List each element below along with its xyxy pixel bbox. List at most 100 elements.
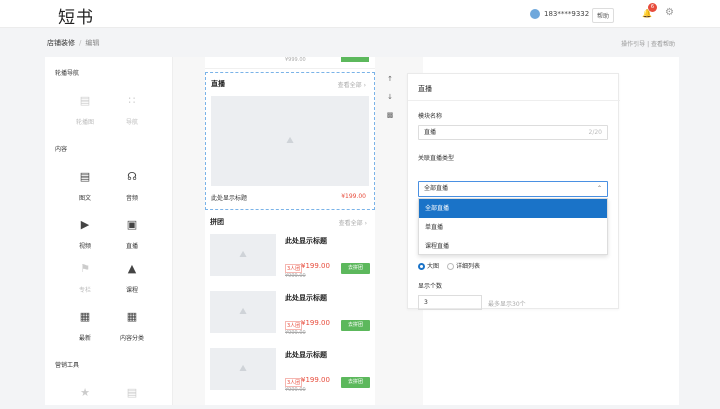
live-type-select[interactable]: 全部直播 ⌃ [418,181,608,197]
count-input[interactable]: 3 [418,295,482,310]
comp-marketing-2[interactable]: ▤ [112,387,152,399]
group-more-link[interactable]: 查看全部 › [339,218,367,227]
option-course-live[interactable]: 课程直播 [419,237,607,256]
guide-links[interactable]: 操作引导 | 查看帮助 [621,39,675,48]
radio-large-image[interactable]: 大图 [418,261,439,270]
avatar[interactable] [530,9,540,19]
item-old-price: ¥999.00 [285,330,306,336]
item-cover-placeholder: ⛰ [210,291,276,333]
user-info[interactable]: 183****9332 [530,9,589,19]
comp-marketing-1[interactable]: ★ [65,387,105,399]
logo[interactable]: 短书 [58,3,94,28]
editor-main: 轮播导航 ▤ 轮播图 ∷ 导航 内容 ▤ 图文 ☊ 音频 ▶ 视频 ▣ 直播 ⚑… [45,57,679,405]
breadcrumb-current: 编辑 [85,39,100,47]
ticket-icon: ▤ [126,386,138,399]
bookmark-icon: ⚑ [80,262,90,275]
comp-column[interactable]: ⚑ 专栏 [65,262,105,295]
item-old-price: ¥999.00 [285,387,306,393]
prev-old-price: ¥999.00 [285,57,306,63]
group-section-title: 拼团 [210,218,224,226]
group-buy-button[interactable]: 去拼团 [341,263,370,274]
char-count: 2/20 [588,129,602,136]
user-phone: 183****9332 [544,10,590,18]
live-item-price: ¥199.00 [341,193,366,200]
live-type-dropdown: 全部直播 单直播 课程直播 [418,198,608,255]
image-placeholder-icon: ⛰ [239,250,247,260]
breadcrumb-root[interactable]: 店铺装修 [47,39,75,47]
comp-live[interactable]: ▣ 直播 [112,218,152,251]
comp-category[interactable]: ▦ 内容分类 [112,310,152,343]
breadcrumb: 店铺装修 / 编辑 [47,39,100,47]
comp-article[interactable]: ▤ 图文 [65,170,105,203]
group-tag: 3人团 [285,321,303,330]
live-icon: ▣ [126,218,138,231]
chevron-up-icon: ⌃ [596,185,602,192]
settings-title: 直播 [418,85,432,93]
graduation-cap-icon: ▲ [127,262,137,275]
delete-icon[interactable]: ▩ [385,111,395,129]
video-icon: ▶ [80,218,90,231]
group-title-marketing: 营销工具 [55,362,80,369]
item-price: ¥199.00 [301,376,330,384]
count-label: 显示个数 [418,283,443,290]
live-item-title: 此处显示标题 [211,195,248,202]
item-price: ¥199.00 [301,319,330,327]
category-icon: ▦ [126,310,138,323]
image-icon: ▤ [79,94,91,107]
module-name-input[interactable]: 直播 2/20 [418,125,608,140]
comp-audio[interactable]: ☊ 音频 [112,170,152,203]
breadcrumb-bar: 店铺装修 / 编辑 操作引导 | 查看帮助 [0,28,720,56]
module-tools: ↑ ↓ ▩ [385,75,395,129]
item-cover-placeholder: ⛰ [210,348,276,390]
settings-panel: 直播 模块名称 直播 2/20 关联直播类型 全部直播 ⌃ 全部直播 单直播 课… [407,73,620,310]
option-single-live[interactable]: 单直播 [419,218,607,237]
count-hint: 最多显示30个 [488,301,526,308]
group-buy-button[interactable]: 去拼团 [341,320,370,331]
style-radio-group: 大图 详细列表 [418,261,480,270]
group-title-content: 内容 [55,146,68,153]
module-name-label: 模块名称 [418,113,443,120]
headphones-icon: ☊ [127,170,137,183]
image-icon: ▤ [79,170,91,183]
image-placeholder-icon: ⛰ [239,307,247,317]
group-buy-section[interactable]: 拼团 查看全部 › ⛰ 此处显示标题 3人团 ¥199.00 ¥999.00 去… [205,214,375,405]
divider [408,100,620,101]
notification-badge: 6 [648,3,657,12]
help-button[interactable]: 帮助 [592,8,615,23]
option-all-live[interactable]: 全部直播 [419,199,607,218]
item-price: ¥199.00 [301,262,330,270]
comp-nav[interactable]: ∷ 导航 [112,94,152,127]
component-panel: 轮播导航 ▤ 轮播图 ∷ 导航 内容 ▤ 图文 ☊ 音频 ▶ 视频 ▣ 直播 ⚑… [45,57,173,405]
group-tag: 3人团 [285,264,303,273]
comp-carousel[interactable]: ▤ 轮播图 [65,94,105,127]
phone-preview: ¥999.00 直播 查看全部 › ⛰ 此处显示标题 ¥199.00 拼团 查看… [205,57,375,405]
comp-video[interactable]: ▶ 视频 [65,218,105,251]
comp-latest[interactable]: ▦ 最新 [65,310,105,343]
item-name: 此处显示标题 [285,294,327,302]
item-cover-placeholder: ⛰ [210,234,276,276]
top-header: 短书 183****9332 帮助 🔔 6 ⚙ [0,0,720,28]
live-section-title: 直播 [211,80,225,88]
preview-canvas: ¥999.00 直播 查看全部 › ⛰ 此处显示标题 ¥199.00 拼团 查看… [173,57,423,405]
gear-icon[interactable]: ⚙ [665,8,674,18]
grid-dots-icon: ∷ [128,94,136,107]
prev-section-tail: ¥999.00 [205,57,375,69]
prev-buy-button[interactable] [341,57,369,62]
move-down-icon[interactable]: ↓ [385,93,395,111]
item-name: 此处显示标题 [285,237,327,245]
live-cover-placeholder: ⛰ [211,96,369,186]
list-item[interactable]: ⛰ 此处显示标题 3人团 ¥199.00 ¥999.00 去拼团 [205,291,375,341]
live-section-selected[interactable]: 直播 查看全部 › ⛰ 此处显示标题 ¥199.00 [205,72,375,210]
list-item[interactable]: ⛰ 此处显示标题 3人团 ¥199.00 ¥999.00 去拼团 [205,234,375,284]
radio-detail-list[interactable]: 详细列表 [447,261,480,270]
group-title-carousel: 轮播导航 [55,70,80,77]
item-name: 此处显示标题 [285,351,327,359]
comp-course[interactable]: ▲ 课程 [112,262,152,295]
grid-icon: ▦ [79,310,91,323]
star-icon: ★ [80,386,90,399]
group-buy-button[interactable]: 去拼团 [341,377,370,388]
list-item[interactable]: ⛰ 此处显示标题 3人团 ¥199.00 ¥999.00 去拼团 [205,348,375,398]
move-up-icon[interactable]: ↑ [385,75,395,93]
image-placeholder-icon: ⛰ [286,136,294,146]
live-more-link[interactable]: 查看全部 › [338,80,366,89]
